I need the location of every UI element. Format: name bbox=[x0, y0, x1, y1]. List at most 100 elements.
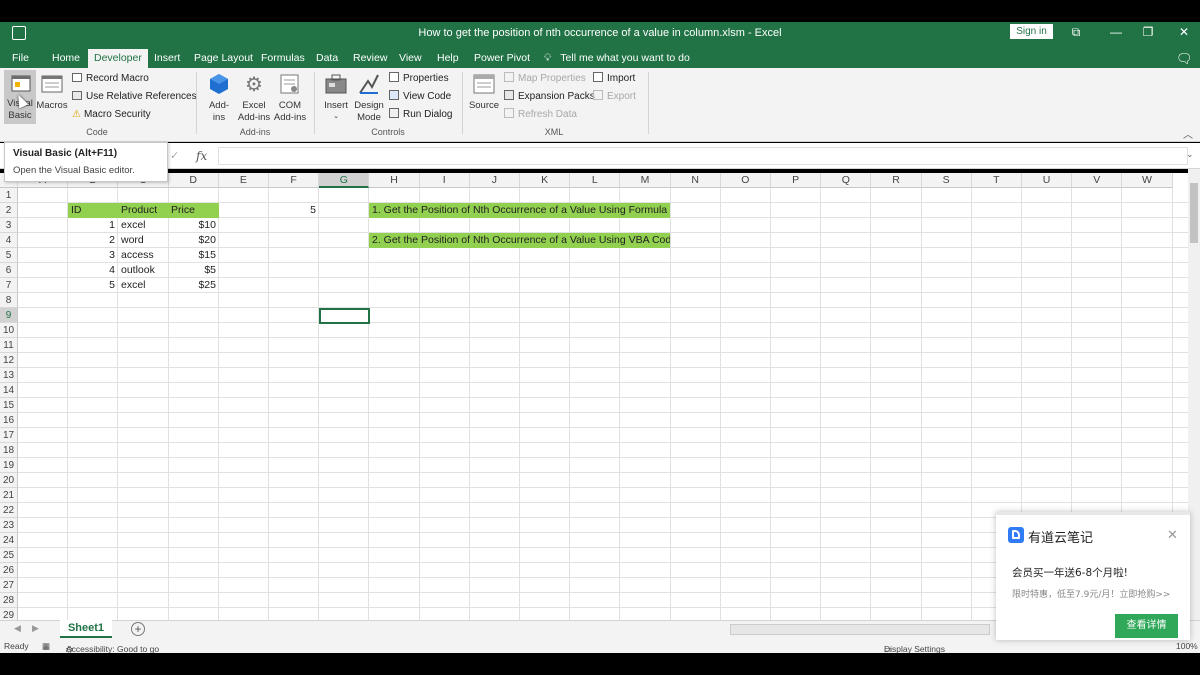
row-header-11[interactable]: 11 bbox=[0, 338, 18, 353]
tab-formulas[interactable]: Formulas bbox=[255, 49, 311, 68]
add-ins-button[interactable]: Add-ins bbox=[203, 70, 235, 124]
column-header-f[interactable]: F bbox=[269, 173, 320, 188]
row-header-23[interactable]: 23 bbox=[0, 518, 18, 533]
cell-id[interactable]: 1 bbox=[68, 218, 118, 233]
column-header-g[interactable]: G bbox=[319, 173, 370, 188]
tab-file[interactable]: File bbox=[6, 49, 35, 68]
notification-subtext[interactable]: 限时特惠，低至7.9元/月！立即抢购>> bbox=[1012, 587, 1170, 600]
column-header-o[interactable]: O bbox=[720, 173, 771, 188]
header-cell-id[interactable]: ID bbox=[68, 203, 118, 218]
design-mode-button[interactable]: Design Mode bbox=[352, 70, 386, 124]
macro-security-button[interactable]: ⚠ Macro Security bbox=[72, 108, 151, 121]
tell-me-box[interactable]: 💡︎ Tell me what you want to do bbox=[538, 49, 696, 68]
column-header-j[interactable]: J bbox=[469, 173, 520, 188]
properties-button[interactable]: Properties bbox=[389, 72, 449, 85]
source-button[interactable]: Source bbox=[467, 70, 501, 124]
cell-price[interactable]: $25 bbox=[168, 278, 219, 293]
sign-in-button[interactable]: Sign in bbox=[1010, 24, 1053, 39]
row-header-2[interactable]: 2 bbox=[0, 203, 18, 218]
cell-product[interactable]: excel bbox=[118, 278, 168, 293]
row-header-24[interactable]: 24 bbox=[0, 533, 18, 548]
cell-price[interactable]: $5 bbox=[168, 263, 219, 278]
column-header-p[interactable]: P bbox=[771, 173, 822, 188]
view-details-button[interactable]: 查看详情 bbox=[1115, 614, 1178, 638]
scroll-thumb[interactable] bbox=[1190, 183, 1198, 243]
tab-page-layout[interactable]: Page Layout bbox=[188, 49, 259, 68]
add-sheet-button[interactable]: + bbox=[131, 622, 145, 636]
minimize-button[interactable]: — bbox=[1108, 24, 1124, 40]
macros-button[interactable]: Macros bbox=[36, 70, 68, 124]
row-header-18[interactable]: 18 bbox=[0, 443, 18, 458]
row-header-4[interactable]: 4 bbox=[0, 233, 18, 248]
column-header-q[interactable]: Q bbox=[821, 173, 872, 188]
enter-check-icon[interactable]: ✓ bbox=[170, 149, 179, 162]
map-properties-button[interactable]: Map Properties bbox=[504, 72, 586, 85]
tab-view[interactable]: View bbox=[393, 49, 428, 68]
column-header-e[interactable]: E bbox=[218, 173, 269, 188]
cell-price[interactable]: $20 bbox=[168, 233, 219, 248]
header-cell-price[interactable]: Price bbox=[168, 203, 219, 218]
formula-input[interactable] bbox=[218, 147, 1188, 165]
tab-data[interactable]: Data bbox=[310, 49, 344, 68]
cell-id[interactable]: 4 bbox=[68, 263, 118, 278]
cell-id[interactable]: 3 bbox=[68, 248, 118, 263]
cell-price[interactable]: $10 bbox=[168, 218, 219, 233]
row-header-15[interactable]: 15 bbox=[0, 398, 18, 413]
comments-icon[interactable]: 🗨 bbox=[1170, 49, 1199, 68]
cell-f2[interactable]: 5 bbox=[269, 203, 319, 218]
insert-control-button[interactable]: Insert ⌄ bbox=[320, 70, 352, 124]
cell-product[interactable]: access bbox=[118, 248, 168, 263]
column-header-k[interactable]: K bbox=[520, 173, 571, 188]
zoom-level[interactable]: 100% bbox=[1176, 641, 1198, 651]
row-header-3[interactable]: 3 bbox=[0, 218, 18, 233]
column-header-d[interactable]: D bbox=[168, 173, 219, 188]
maximize-button[interactable]: ❐ bbox=[1140, 24, 1156, 40]
insert-function-icon[interactable]: fx bbox=[196, 149, 207, 163]
cell-product[interactable]: word bbox=[118, 233, 168, 248]
ribbon-display-options-icon[interactable]: ⧉ bbox=[1068, 24, 1084, 40]
row-header-8[interactable]: 8 bbox=[0, 293, 18, 308]
view-code-button[interactable]: View Code bbox=[389, 90, 451, 103]
run-dialog-button[interactable]: Run Dialog bbox=[389, 108, 452, 121]
cell-id[interactable]: 2 bbox=[68, 233, 118, 248]
row-header-16[interactable]: 16 bbox=[0, 413, 18, 428]
row-header-22[interactable]: 22 bbox=[0, 503, 18, 518]
row-header-21[interactable]: 21 bbox=[0, 488, 18, 503]
column-header-t[interactable]: T bbox=[971, 173, 1022, 188]
next-sheet-icon[interactable]: ▶ bbox=[32, 623, 39, 634]
cell-price[interactable]: $15 bbox=[168, 248, 219, 263]
row-header-10[interactable]: 10 bbox=[0, 323, 18, 338]
column-header-l[interactable]: L bbox=[570, 173, 621, 188]
cell-id[interactable]: 5 bbox=[68, 278, 118, 293]
column-header-n[interactable]: N bbox=[670, 173, 721, 188]
row-header-6[interactable]: 6 bbox=[0, 263, 18, 278]
cell-product[interactable]: excel bbox=[118, 218, 168, 233]
column-header-i[interactable]: I bbox=[419, 173, 470, 188]
row-header-29[interactable]: 29 bbox=[0, 608, 18, 620]
excel-add-ins-button[interactable]: ⚙ Excel Add-ins bbox=[236, 70, 272, 124]
note-vba-method[interactable]: 2. Get the Position of Nth Occurrence of… bbox=[369, 233, 670, 248]
close-button[interactable]: ✕ bbox=[1176, 24, 1192, 40]
row-header-28[interactable]: 28 bbox=[0, 593, 18, 608]
tab-help[interactable]: Help bbox=[431, 49, 465, 68]
row-header-27[interactable]: 27 bbox=[0, 578, 18, 593]
cell-product[interactable]: outlook bbox=[118, 263, 168, 278]
com-add-ins-button[interactable]: COM Add-ins bbox=[272, 70, 308, 124]
collapse-ribbon-icon[interactable]: ︿ bbox=[1183, 126, 1193, 141]
column-header-v[interactable]: V bbox=[1072, 173, 1123, 188]
row-header-1[interactable]: 1 bbox=[0, 188, 18, 203]
import-button[interactable]: Import bbox=[593, 72, 635, 85]
row-header-25[interactable]: 25 bbox=[0, 548, 18, 563]
prev-sheet-icon[interactable]: ◀ bbox=[14, 623, 21, 634]
column-header-s[interactable]: S bbox=[921, 173, 972, 188]
row-header-19[interactable]: 19 bbox=[0, 458, 18, 473]
sheet-tab-sheet1[interactable]: Sheet1 bbox=[60, 620, 112, 638]
column-header-w[interactable]: W bbox=[1122, 173, 1173, 188]
column-header-h[interactable]: H bbox=[369, 173, 420, 188]
refresh-data-button[interactable]: Refresh Data bbox=[504, 108, 577, 121]
note-formula-method[interactable]: 1. Get the Position of Nth Occurrence of… bbox=[369, 203, 670, 218]
column-header-r[interactable]: R bbox=[871, 173, 922, 188]
export-button[interactable]: Export bbox=[593, 90, 636, 103]
tab-developer[interactable]: Developer bbox=[88, 49, 148, 68]
expand-formula-bar-icon[interactable]: ⌄ bbox=[1186, 149, 1194, 160]
